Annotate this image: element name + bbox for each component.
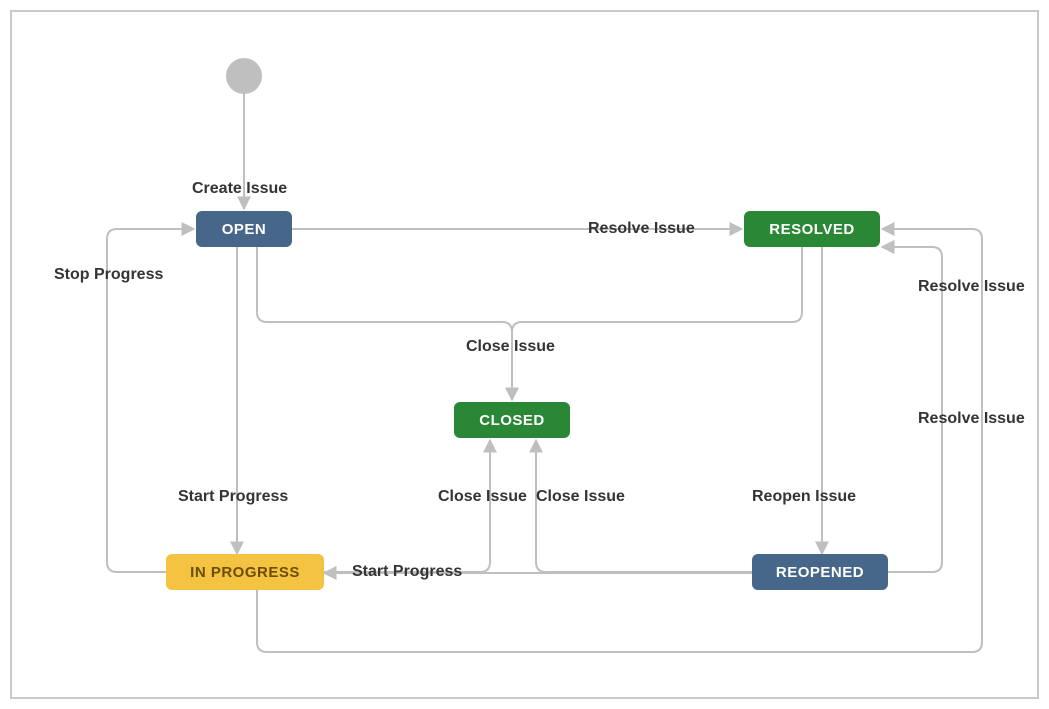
state-inprogress: IN PROGRESS (166, 554, 324, 590)
label-start-progress-m: Start Progress (352, 563, 462, 581)
edge-close-issue-inprogress (322, 440, 490, 572)
edge-close-issue-open (257, 247, 512, 400)
state-open: OPEN (196, 211, 292, 247)
label-resolve-issue-3: Resolve Issue (918, 410, 1025, 428)
state-resolved: RESOLVED (744, 211, 880, 247)
label-start-progress-l: Start Progress (178, 488, 288, 506)
edge-close-issue-resolved (512, 247, 802, 400)
workflow-diagram: OPEN RESOLVED CLOSED IN PROGRESS REOPENE… (12, 12, 1037, 697)
label-create-issue: Create Issue (192, 180, 287, 198)
start-node (226, 58, 262, 94)
label-stop-progress: Stop Progress (54, 266, 163, 284)
label-resolve-issue-2: Resolve Issue (918, 278, 1025, 296)
state-reopened: REOPENED (752, 554, 888, 590)
state-closed: CLOSED (454, 402, 570, 438)
diagram-frame: OPEN RESOLVED CLOSED IN PROGRESS REOPENE… (10, 10, 1039, 699)
label-close-issue-top: Close Issue (466, 338, 555, 356)
label-close-issue-left: Close Issue (438, 488, 527, 506)
edge-close-issue-reopened (536, 440, 752, 572)
label-close-issue-right: Close Issue (536, 488, 625, 506)
label-reopen-issue: Reopen Issue (752, 488, 856, 506)
label-resolve-issue-1: Resolve Issue (588, 220, 695, 238)
